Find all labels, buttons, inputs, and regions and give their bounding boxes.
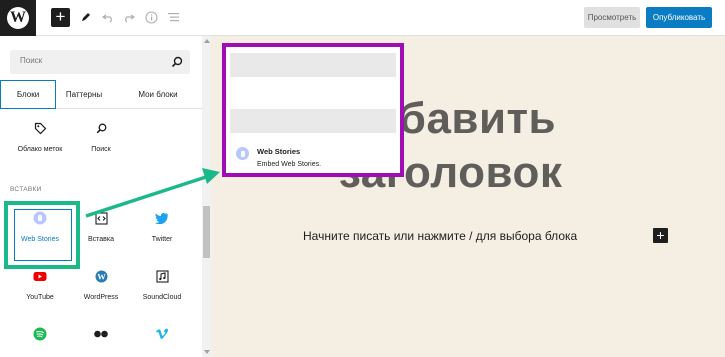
wordpress-logo-icon[interactable]: W [0,0,36,36]
block-soundcloud[interactable]: SoundCloud [131,262,193,312]
top-toolbar: W + Просмотреть Опубликовать [0,0,725,36]
info-icon[interactable] [143,9,159,25]
flickr-icon [93,326,109,342]
search-icon[interactable] [170,55,184,69]
block-youtube[interactable]: YouTube [9,262,71,312]
search-input[interactable]: Поиск [20,56,42,65]
tag-icon [32,120,48,136]
block-label: Облако меток [17,146,63,153]
publish-button[interactable]: Опубликовать [646,7,712,28]
tab-reusable[interactable]: Мои блоки [124,80,192,109]
block-search[interactable]: Поиск [70,114,132,164]
block-tag-cloud[interactable]: Облако меток [9,114,71,164]
block-label: YouTube [26,294,54,301]
tab-blocks[interactable]: Блоки [0,80,56,109]
list-view-icon[interactable] [165,9,181,25]
scroll-thumb[interactable] [203,206,210,258]
embed-code-icon [93,210,109,226]
block-inserter-panel: Поиск Блоки Паттерны Мои блоки Облако ме… [0,36,203,357]
block-wordpress[interactable]: W WordPress [70,262,132,312]
block-vimeo[interactable] [131,320,193,357]
block-spotify[interactable] [9,320,71,357]
block-twitter[interactable]: Twitter [131,204,193,254]
soundcloud-icon [154,268,170,284]
edit-pencil-icon[interactable] [78,9,94,25]
web-stories-highlight [4,201,80,269]
preview-description: Embed Web Stories. [257,161,322,168]
search-icon [93,120,109,136]
block-label: Twitter [151,236,173,243]
spotify-icon [32,326,48,342]
web-stories-icon [236,147,249,160]
block-label: Поиск [91,146,111,153]
block-flickr[interactable] [70,320,132,357]
inserter-tabs: Блоки Паттерны Мои блоки [0,80,203,109]
paragraph-placeholder[interactable]: Начните писать или нажмите / для выбора … [303,229,577,243]
section-title-embeds: ВСТАВКИ [10,186,42,193]
preview-button[interactable]: Просмотреть [584,7,640,28]
sidebar-scrollbar[interactable] [202,36,211,357]
wordpress-icon: W [93,268,109,284]
undo-icon[interactable] [100,9,116,25]
add-block-button[interactable]: + [51,8,70,27]
block-preview-popup: Web Stories Embed Web Stories. [222,43,404,177]
block-label: Вставка [87,236,115,243]
redo-icon[interactable] [121,9,137,25]
block-label: WordPress [83,294,119,301]
youtube-icon [32,268,48,284]
block-label: SoundCloud [142,294,182,301]
svg-text:W: W [97,271,106,281]
tab-patterns[interactable]: Паттерны [56,80,112,109]
scroll-up-arrow[interactable] [204,39,210,43]
add-block-inline-button[interactable]: + [653,228,668,243]
twitter-icon [154,210,170,226]
search-box[interactable]: Поиск [10,50,190,74]
preview-image-band [230,109,396,133]
web-stories-focus-ring [14,209,72,261]
vimeo-icon [154,326,170,342]
preview-title: Web Stories [257,147,301,156]
preview-image-band [230,53,396,77]
scroll-down-arrow[interactable] [204,350,210,354]
